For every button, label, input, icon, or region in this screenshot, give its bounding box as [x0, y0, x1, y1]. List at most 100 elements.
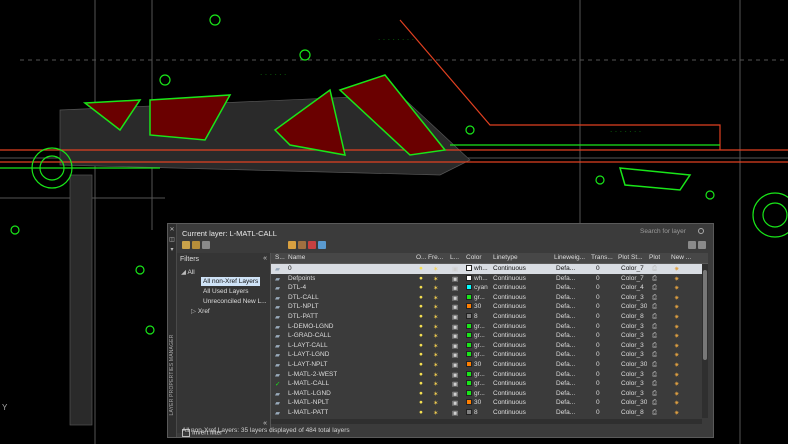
printer-icon[interactable]: ⎙ — [652, 265, 657, 273]
col-lock[interactable]: L... — [450, 254, 459, 261]
transparency[interactable]: 0 — [596, 399, 600, 406]
color-name[interactable]: 30 — [474, 303, 481, 310]
layer-row[interactable]: ▰ DTL-4 ● ✶ ▣ cyan Continuous Defa... 0 Color_4 ⎙ ✷ — [271, 283, 708, 293]
sun-thaw-icon[interactable]: ✶ — [433, 371, 438, 379]
layer-row[interactable]: ▰ Defpoints ● ✶ ▣ wh... Continuous Defa... 0 Colo… — [271, 274, 708, 284]
collapse-filters-button[interactable]: « — [263, 255, 267, 262]
lightbulb-on-icon[interactable]: ● — [419, 313, 423, 320]
color-name[interactable]: gr... — [474, 332, 485, 339]
lightbulb-on-icon[interactable]: ● — [419, 342, 423, 349]
lightbulb-on-icon[interactable]: ● — [419, 351, 423, 358]
printer-icon[interactable]: ⎙ — [652, 342, 657, 350]
layer-row[interactable]: ▰ DTL-CALL ● ✶ ▣ gr... Continuous Defa... 0 Color… — [271, 293, 708, 303]
color-swatch[interactable] — [466, 370, 472, 377]
unlock-icon[interactable]: ▣ — [452, 361, 458, 369]
layer-row[interactable]: ✓ L-MATL-CALL ● ✶ ▣ gr... Continuous Defa... 0 Co… — [271, 379, 708, 389]
printer-icon[interactable]: ⎙ — [652, 380, 657, 388]
layer-status-icon[interactable]: ▰ — [275, 332, 280, 340]
linetype[interactable]: Continuous — [493, 332, 526, 339]
new-layer-icon[interactable] — [288, 241, 296, 249]
unlock-icon[interactable]: ▣ — [452, 342, 458, 350]
palette-side-bar[interactable]: ✕ ◫ ▾ LAYER PROPERTIES MANAGER — [168, 224, 177, 437]
horizontal-scrollbar[interactable] — [271, 419, 702, 424]
linetype[interactable]: Continuous — [493, 351, 526, 358]
tree-item-all[interactable]: ◢ All — [181, 268, 195, 277]
transparency[interactable]: 0 — [596, 275, 600, 282]
unlock-icon[interactable]: ▣ — [452, 294, 458, 302]
unlock-icon[interactable]: ▣ — [452, 284, 458, 292]
tree-item-unreconciled[interactable]: Unreconciled New L... — [203, 297, 267, 306]
printer-icon[interactable]: ⎙ — [652, 371, 657, 379]
col-transparency[interactable]: Trans... — [591, 254, 613, 261]
layer-row[interactable]: ▰ L-MATL-2-WEST ● ✶ ▣ gr... Continuous Defa... 0… — [271, 370, 708, 380]
col-color[interactable]: Color — [466, 254, 482, 261]
vp-freeze-icon[interactable]: ✷ — [674, 294, 679, 302]
layer-row[interactable]: ▰ DTL-NPLT ● ✶ ▣ 30 Continuous Defa... 0 Color_30… — [271, 302, 708, 312]
vp-freeze-icon[interactable]: ✷ — [674, 342, 679, 350]
sun-thaw-icon[interactable]: ✶ — [433, 284, 438, 292]
transparency[interactable]: 0 — [596, 342, 600, 349]
lineweight[interactable]: Defa... — [556, 371, 575, 378]
expand-arrow-icon[interactable]: ▷ — [191, 308, 198, 315]
refresh-icon[interactable] — [688, 241, 696, 249]
printer-icon[interactable]: ⎙ — [652, 351, 657, 359]
layer-name[interactable]: L-GRAD-CALL — [288, 332, 331, 339]
layer-status-icon[interactable]: ▰ — [275, 294, 280, 302]
layer-row[interactable]: ▰ L-DEMO-LGND ● ✶ ▣ gr... Continuous Defa... 0 Co… — [271, 322, 708, 332]
sun-thaw-icon[interactable]: ✶ — [433, 313, 438, 321]
layer-row[interactable]: ▰ L-LAYT-LGND ● ✶ ▣ gr... Continuous Defa... 0 Co… — [271, 350, 708, 360]
lineweight[interactable]: Defa... — [556, 265, 575, 272]
unlock-icon[interactable]: ▣ — [452, 332, 458, 340]
sun-thaw-icon[interactable]: ✶ — [433, 409, 438, 417]
lightbulb-on-icon[interactable]: ● — [419, 380, 423, 387]
unlock-icon[interactable]: ▣ — [452, 275, 458, 283]
color-name[interactable]: gr... — [474, 390, 485, 397]
printer-icon[interactable]: ⎙ — [652, 294, 657, 302]
sun-thaw-icon[interactable]: ✶ — [433, 265, 438, 273]
layer-status-icon[interactable]: ▰ — [275, 342, 280, 350]
sun-thaw-icon[interactable]: ✶ — [433, 275, 438, 283]
auto-hide-icon[interactable]: ◫ — [169, 237, 175, 243]
lightbulb-on-icon[interactable]: ● — [419, 323, 423, 330]
vp-freeze-icon[interactable]: ✷ — [674, 323, 679, 331]
settings-icon[interactable] — [698, 241, 706, 249]
color-swatch[interactable] — [466, 293, 472, 300]
delete-layer-icon[interactable] — [308, 241, 316, 249]
lightbulb-on-icon[interactable]: ● — [419, 265, 423, 272]
vp-freeze-icon[interactable]: ✷ — [674, 303, 679, 311]
printer-icon[interactable]: ⎙ — [652, 390, 657, 398]
properties-icon[interactable]: ▾ — [169, 247, 175, 253]
col-plot-style[interactable]: Plot St... — [618, 254, 643, 261]
lineweight[interactable]: Defa... — [556, 380, 575, 387]
color-swatch[interactable] — [466, 399, 472, 406]
lineweight[interactable]: Defa... — [556, 351, 575, 358]
close-icon[interactable]: ✕ — [169, 227, 175, 233]
layer-name[interactable]: L-MATL-CALL — [288, 380, 329, 387]
current-layer-check-icon[interactable]: ✓ — [275, 380, 280, 388]
col-linetype[interactable]: Linetype — [493, 254, 518, 261]
color-swatch[interactable] — [466, 341, 472, 348]
lineweight[interactable]: Defa... — [556, 275, 575, 282]
vp-freeze-icon[interactable]: ✷ — [674, 332, 679, 340]
lightbulb-on-icon[interactable]: ● — [419, 409, 423, 416]
unlock-icon[interactable]: ▣ — [452, 409, 458, 417]
vp-freeze-icon[interactable]: ✷ — [674, 275, 679, 283]
lineweight[interactable]: Defa... — [556, 409, 575, 416]
linetype[interactable]: Continuous — [493, 371, 526, 378]
color-name[interactable]: 30 — [474, 399, 481, 406]
vp-freeze-icon[interactable]: ✷ — [674, 265, 679, 273]
linetype[interactable]: Continuous — [493, 323, 526, 330]
sun-thaw-icon[interactable]: ✶ — [433, 303, 438, 311]
layer-name[interactable]: Defpoints — [288, 275, 315, 282]
printer-icon[interactable]: ⎙ — [652, 399, 657, 407]
lineweight[interactable]: Defa... — [556, 342, 575, 349]
unlock-icon[interactable]: ▣ — [452, 323, 458, 331]
scroll-thumb[interactable] — [703, 270, 707, 360]
color-name[interactable]: gr... — [474, 371, 485, 378]
layer-status-icon[interactable]: ▰ — [275, 275, 280, 283]
color-name[interactable]: 30 — [474, 361, 481, 368]
color-swatch[interactable] — [466, 303, 472, 310]
color-name[interactable]: 8 — [474, 313, 478, 320]
sun-thaw-icon[interactable]: ✶ — [433, 399, 438, 407]
sun-thaw-icon[interactable]: ✶ — [433, 342, 438, 350]
